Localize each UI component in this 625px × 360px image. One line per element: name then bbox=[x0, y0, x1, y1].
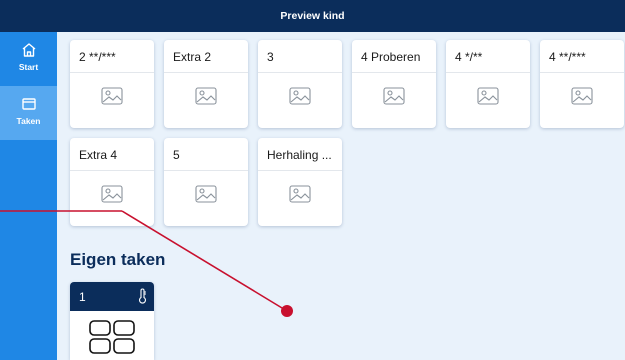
sidebar-item-taken[interactable]: Taken bbox=[0, 86, 57, 140]
top-bar: Preview kind bbox=[0, 0, 625, 32]
task-card-title: 4 Proberen bbox=[352, 40, 436, 73]
page-title: Preview kind bbox=[280, 10, 345, 22]
task-card-title: 2 **/*** bbox=[70, 40, 154, 73]
image-placeholder-icon bbox=[477, 87, 499, 105]
home-icon bbox=[22, 43, 35, 57]
task-card[interactable]: 5 bbox=[164, 138, 248, 226]
sidebar-item-start[interactable]: Start bbox=[0, 32, 57, 86]
task-card[interactable]: 4 Proberen bbox=[352, 40, 436, 128]
image-placeholder-icon bbox=[101, 87, 123, 105]
task-card-title: 3 bbox=[258, 40, 342, 73]
annotation-dot bbox=[281, 305, 293, 317]
sidebar-item-label: Taken bbox=[16, 116, 41, 126]
window-icon bbox=[21, 98, 36, 110]
task-card-title: 5 bbox=[164, 138, 248, 171]
image-placeholder-icon bbox=[195, 87, 217, 105]
image-placeholder-icon bbox=[383, 87, 405, 105]
task-card[interactable]: Extra 2 bbox=[164, 40, 248, 128]
image-placeholder-icon bbox=[195, 185, 217, 203]
task-card-title: 4 **/*** bbox=[540, 40, 624, 73]
task-card[interactable]: 3 bbox=[258, 40, 342, 128]
task-card-title: Extra 4 bbox=[70, 138, 154, 171]
own-task-card[interactable]: 1 bbox=[70, 282, 154, 360]
task-card[interactable]: Herhaling ... bbox=[258, 138, 342, 226]
task-card-title: Extra 2 bbox=[164, 40, 248, 73]
task-card[interactable]: Extra 4 bbox=[70, 138, 154, 226]
image-placeholder-icon bbox=[571, 87, 593, 105]
task-card-title: 4 */** bbox=[446, 40, 530, 73]
sidebar-item-label: Start bbox=[18, 62, 39, 72]
task-card[interactable]: 4 **/*** bbox=[540, 40, 624, 128]
image-placeholder-icon bbox=[289, 87, 311, 105]
sidebar: Start Taken bbox=[0, 32, 57, 360]
grid-layout-icon bbox=[89, 320, 135, 354]
image-placeholder-icon bbox=[101, 185, 123, 203]
task-card-title: Herhaling ... bbox=[258, 138, 342, 171]
task-card[interactable]: 4 */** bbox=[446, 40, 530, 128]
section-heading-own-tasks: Eigen taken bbox=[70, 250, 166, 269]
image-placeholder-icon bbox=[289, 185, 311, 203]
task-card[interactable]: 2 **/*** bbox=[70, 40, 154, 128]
thermometer-icon bbox=[138, 288, 147, 304]
own-task-title: 1 bbox=[79, 290, 86, 304]
